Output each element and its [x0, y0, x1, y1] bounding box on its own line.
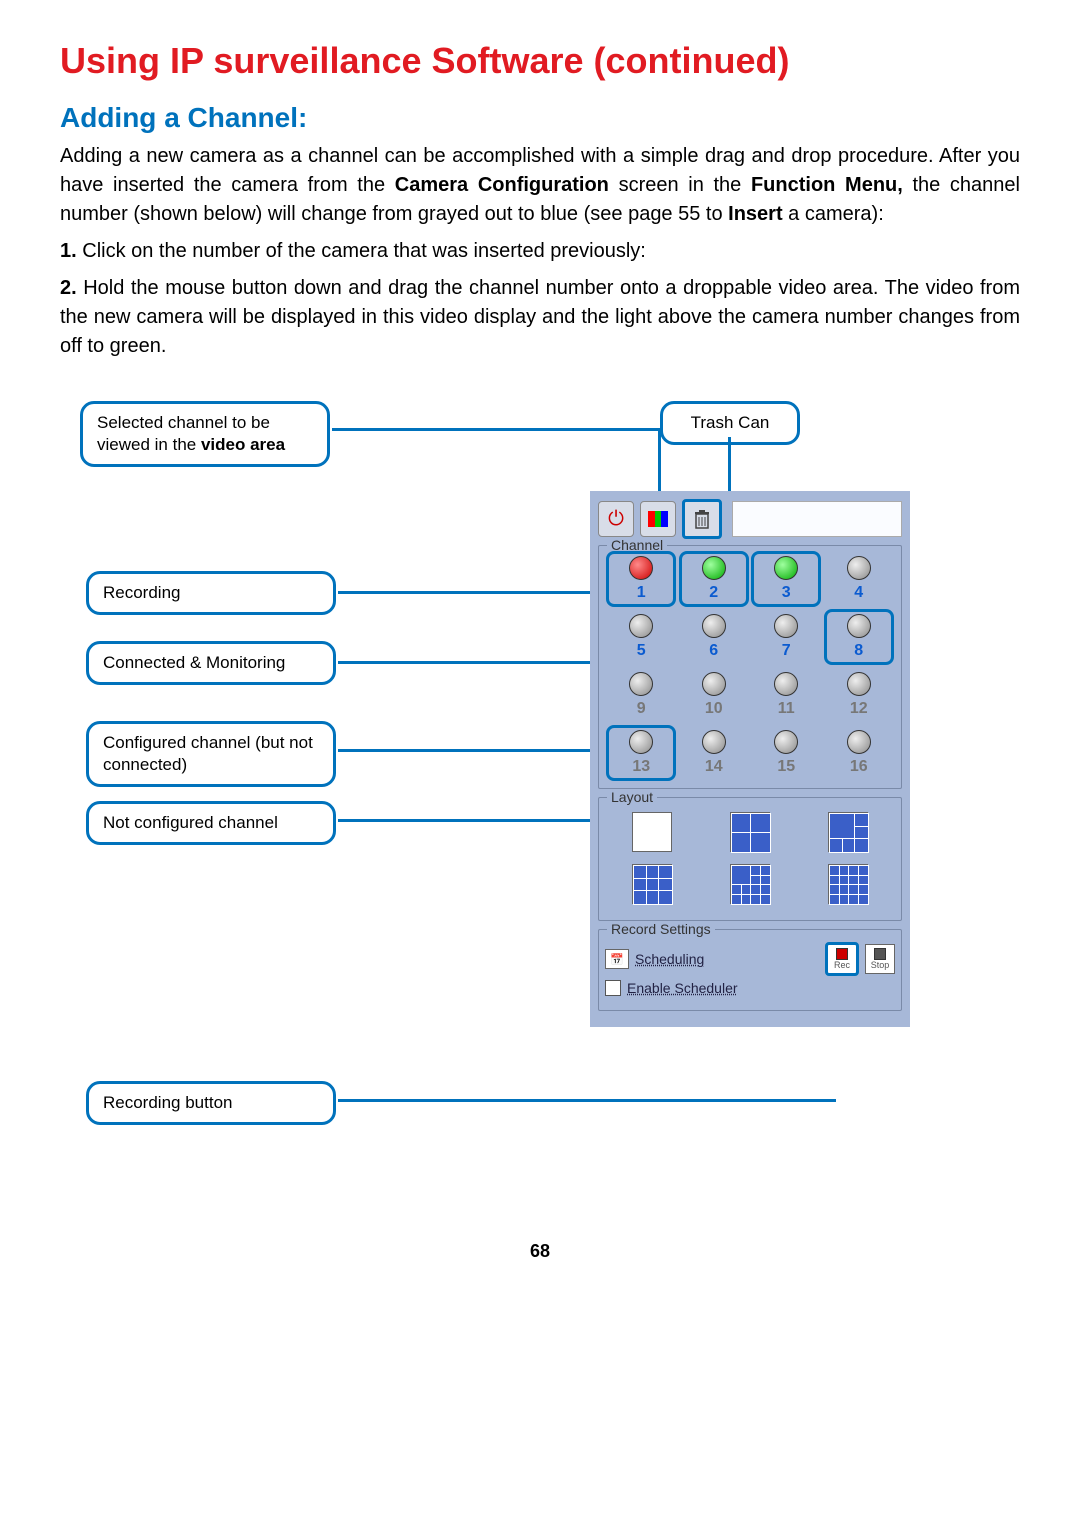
channel-number: 7	[782, 642, 791, 660]
channel-number: 15	[777, 758, 795, 776]
channel-12[interactable]: 12	[827, 670, 891, 720]
channel-11[interactable]: 11	[754, 670, 818, 720]
layout-label: Layout	[607, 789, 657, 805]
record-button[interactable]: Rec	[825, 942, 859, 976]
channel-number: 8	[854, 642, 863, 660]
channel-3[interactable]: 3	[751, 551, 821, 607]
channel-13[interactable]: 13	[606, 725, 676, 781]
scheduling-icon[interactable]: 📅	[605, 949, 629, 969]
channel-10[interactable]: 10	[682, 670, 746, 720]
channel-number: 4	[854, 584, 863, 602]
channel-2[interactable]: 2	[679, 551, 749, 607]
layout-group: Layout	[598, 797, 902, 921]
callout-connected: Connected & Monitoring	[86, 641, 336, 685]
channel-4[interactable]: 4	[827, 554, 891, 604]
channel-7[interactable]: 7	[754, 612, 818, 662]
section-subtitle: Adding a Channel:	[60, 102, 1020, 134]
channel-number: 3	[782, 584, 791, 602]
channel-led	[847, 614, 871, 638]
channel-number: 11	[778, 700, 795, 718]
channel-number: 6	[709, 642, 718, 660]
channel-number: 9	[637, 700, 646, 718]
stop-button[interactable]: Stop	[865, 944, 895, 974]
channel-6[interactable]: 6	[682, 612, 746, 662]
channel-5[interactable]: 5	[609, 612, 673, 662]
channel-number: 5	[637, 642, 646, 660]
channel-led	[774, 672, 798, 696]
enable-scheduler-checkbox[interactable]	[605, 980, 621, 996]
channel-9[interactable]: 9	[609, 670, 673, 720]
channel-led	[774, 730, 798, 754]
channel-number: 1	[637, 584, 646, 602]
channel-group: Channel 12345678910111213141516	[598, 545, 902, 789]
layout-9[interactable]	[632, 864, 672, 904]
channel-led	[702, 672, 726, 696]
callout-configured: Configured channel (but not connected)	[86, 721, 336, 787]
layout-13[interactable]	[730, 864, 770, 904]
callout-notconfigured: Not configured channel	[86, 801, 336, 845]
trash-button[interactable]	[682, 499, 722, 539]
layout-1[interactable]	[632, 812, 672, 852]
layout-6[interactable]	[828, 812, 868, 852]
callout-selected: Selected channel to be viewed in the vid…	[80, 401, 330, 467]
channel-led	[629, 556, 653, 580]
step-2: 2. Hold the mouse button down and drag t…	[60, 274, 1020, 361]
channel-number: 10	[705, 700, 723, 718]
step-1: 1. Click on the number of the camera tha…	[60, 237, 1020, 266]
intro-paragraph: Adding a new camera as a channel can be …	[60, 142, 1020, 229]
layout-16[interactable]	[828, 864, 868, 904]
page-title: Using IP surveillance Software (continue…	[60, 40, 1020, 82]
channel-number: 13	[632, 758, 650, 776]
channel-led	[629, 730, 653, 754]
software-panel: ⏻ Channel 12345678910111213141516 Layout	[590, 491, 910, 1027]
channel-16[interactable]: 16	[827, 728, 891, 778]
channel-number: 16	[850, 758, 868, 776]
power-button[interactable]: ⏻	[598, 501, 634, 537]
channel-led	[702, 614, 726, 638]
channel-number: 2	[709, 584, 718, 602]
color-button[interactable]	[640, 501, 676, 537]
channel-led	[774, 614, 798, 638]
callout-recbutton: Recording button	[86, 1081, 336, 1125]
channel-led	[847, 556, 871, 580]
layout-4[interactable]	[730, 812, 770, 852]
channel-led	[847, 672, 871, 696]
channel-8[interactable]: 8	[824, 609, 894, 665]
channel-14[interactable]: 14	[682, 728, 746, 778]
channel-led	[774, 556, 798, 580]
toolbar-spacer	[732, 501, 902, 537]
channel-number: 14	[705, 758, 723, 776]
enable-scheduler-label: Enable Scheduler	[627, 980, 738, 996]
channel-led	[629, 614, 653, 638]
scheduling-link[interactable]: Scheduling	[635, 951, 704, 967]
channel-number: 12	[850, 700, 868, 718]
channel-led	[847, 730, 871, 754]
record-group: Record Settings 📅 Scheduling Rec Stop En…	[598, 929, 902, 1011]
channel-led	[702, 556, 726, 580]
diagram: Selected channel to be viewed in the vid…	[60, 401, 1020, 1221]
channel-1[interactable]: 1	[606, 551, 676, 607]
channel-led	[702, 730, 726, 754]
page-number: 68	[60, 1241, 1020, 1262]
record-label: Record Settings	[607, 921, 715, 937]
callout-recording: Recording	[86, 571, 336, 615]
channel-led	[629, 672, 653, 696]
channel-15[interactable]: 15	[754, 728, 818, 778]
